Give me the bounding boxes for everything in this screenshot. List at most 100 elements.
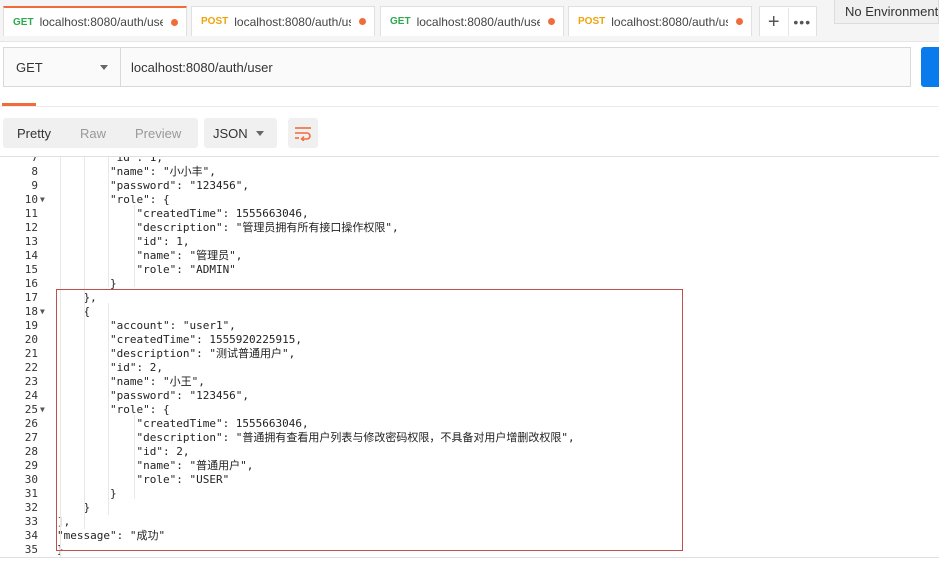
add-tab-button[interactable]: + <box>760 7 789 36</box>
code-line: 7 "id": 1, <box>0 156 939 165</box>
line-number: 18 <box>24 305 38 318</box>
code-line: 24 "password": "123456", <box>0 389 939 403</box>
indent-guide <box>134 205 135 287</box>
code-line: 16 } <box>0 277 939 291</box>
request-tab-bar: GET localhost:8080/auth/user POST localh… <box>0 0 939 42</box>
line-number: 27 <box>24 431 38 444</box>
code-text: "id": 2, <box>57 445 190 458</box>
response-view-toggle: Pretty Raw Preview <box>3 118 198 148</box>
code-line: 11 "createdTime": 1555663046, <box>0 207 939 221</box>
view-preview-button[interactable]: Preview <box>135 126 181 141</box>
line-number: 22 <box>24 361 38 374</box>
tab-url: localhost:8080/auth/user/ <box>416 14 540 29</box>
code-line: 21 "description": "测试普通用户", <box>0 347 939 361</box>
format-value: JSON <box>213 125 248 141</box>
code-line: 33], <box>0 515 939 529</box>
code-text: "description": "测试普通用户", <box>57 347 296 360</box>
code-line: 22 "id": 2, <box>0 361 939 375</box>
indent-guide <box>134 415 135 499</box>
code-text: }, <box>57 291 97 304</box>
code-text: "createdTime": 1555663046, <box>57 417 309 430</box>
tab-method: POST <box>578 16 606 27</box>
tab-method: GET <box>390 16 411 27</box>
environment-select[interactable]: No Environment <box>834 0 939 24</box>
line-number: 16 <box>24 277 38 290</box>
indent-guide <box>108 303 109 515</box>
send-button[interactable] <box>921 47 939 87</box>
line-number: 14 <box>24 249 38 262</box>
unsaved-dot-icon <box>171 18 178 26</box>
code-line: 8 "name": "小小丰", <box>0 165 939 179</box>
code-text: } <box>57 501 91 514</box>
unsaved-dot-icon <box>359 18 366 25</box>
code-text: "id": 2, <box>57 361 163 374</box>
code-line: 20 "createdTime": 1555920225915, <box>0 333 939 347</box>
code-line: 19 "account": "user1", <box>0 319 939 333</box>
tab-url: localhost:8080/auth/user <box>39 15 163 29</box>
line-number: 30 <box>24 473 38 486</box>
request-tab-3[interactable]: GET localhost:8080/auth/user/ <box>380 6 564 36</box>
code-text: "name": "小王", <box>57 375 205 388</box>
response-format-select[interactable]: JSON <box>204 118 277 148</box>
line-number: 26 <box>24 417 38 430</box>
line-number: 29 <box>24 459 38 472</box>
code-line: 15 "role": "ADMIN" <box>0 263 939 277</box>
line-number: 9 <box>31 179 38 192</box>
line-number: 28 <box>24 445 38 458</box>
code-line: 28 "id": 2, <box>0 445 939 459</box>
divider <box>0 106 939 107</box>
view-pretty-button[interactable]: Pretty <box>17 126 51 141</box>
code-text: "id": 1, <box>57 156 163 164</box>
line-number: 21 <box>24 347 38 360</box>
fold-toggle-icon[interactable]: ▼ <box>40 193 45 207</box>
code-line: 14 "name": "管理员", <box>0 249 939 263</box>
http-method-select[interactable]: GET <box>4 48 121 86</box>
code-line: 35} <box>0 543 939 557</box>
line-number: 8 <box>31 165 38 178</box>
line-number: 24 <box>24 389 38 402</box>
code-text: "name": "普通用户", <box>57 459 254 472</box>
view-raw-button[interactable]: Raw <box>80 126 106 141</box>
request-tab-4[interactable]: POST localhost:8080/auth/use <box>568 6 752 36</box>
code-text: "password": "123456", <box>57 389 250 402</box>
http-method-value: GET <box>16 59 43 75</box>
line-number: 34 <box>24 529 38 542</box>
code-line: 9 "password": "123456", <box>0 179 939 193</box>
line-number: 7 <box>31 156 38 164</box>
line-number: 31 <box>24 487 38 500</box>
line-number: 15 <box>24 263 38 276</box>
code-line: 29 "name": "普通用户", <box>0 459 939 473</box>
tab-url: localhost:8080/auth/use <box>234 14 351 29</box>
line-number: 13 <box>24 235 38 248</box>
code-text: "id": 1, <box>57 235 190 248</box>
code-text: "name": "小小丰", <box>57 165 216 178</box>
more-tabs-button[interactable]: ••• <box>789 14 817 30</box>
line-number: 10 <box>24 193 38 206</box>
request-url-input[interactable]: localhost:8080/auth/user <box>121 48 910 86</box>
code-line: 10 ▼ "role": { <box>0 193 939 207</box>
code-text: "password": "123456", <box>57 179 250 192</box>
code-text: "createdTime": 1555663046, <box>57 207 309 220</box>
code-line: 32 } <box>0 501 939 515</box>
wrap-lines-icon <box>295 127 311 141</box>
line-number: 11 <box>24 207 38 220</box>
code-line: 27 "description": "普通拥有查看用户列表与修改密码权限，不具备… <box>0 431 939 445</box>
fold-toggle-icon[interactable]: ▼ <box>40 305 45 319</box>
chevron-down-icon <box>256 131 264 136</box>
code-line: 13 "id": 1, <box>0 235 939 249</box>
fold-toggle-icon[interactable]: ▼ <box>40 403 45 417</box>
code-text: "message": "成功" <box>57 529 166 542</box>
wrap-lines-button[interactable] <box>288 118 318 148</box>
chevron-down-icon <box>100 65 108 70</box>
code-line: 26 "createdTime": 1555663046, <box>0 417 939 431</box>
response-body-editor[interactable]: 7 "id": 1, 8 "name": "小小丰", 9 "password": … <box>0 156 939 558</box>
code-text: "role": { <box>57 403 170 416</box>
line-number: 17 <box>24 291 38 304</box>
request-tab-1[interactable]: GET localhost:8080/auth/user <box>3 6 187 36</box>
request-tab-2[interactable]: POST localhost:8080/auth/use <box>191 6 375 36</box>
line-number: 12 <box>24 221 38 234</box>
code-line: 12 "description": "管理员拥有所有接口操作权限", <box>0 221 939 235</box>
code-text: "createdTime": 1555920225915, <box>57 333 303 346</box>
code-line: 23 "name": "小王", <box>0 375 939 389</box>
line-number: 32 <box>24 501 38 514</box>
